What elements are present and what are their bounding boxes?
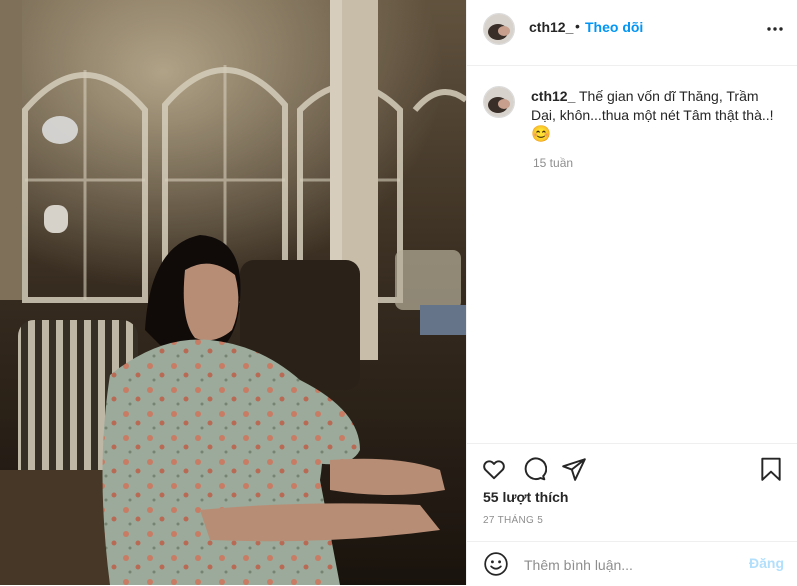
follow-button[interactable]: Theo dõi — [585, 19, 643, 35]
post-side-panel: cth12_ • Theo dõi cth12_ Thế gian vốn dĩ… — [466, 0, 797, 585]
comment-input[interactable] — [522, 552, 736, 578]
caption-time[interactable]: 15 tuần — [533, 156, 573, 170]
share-icon[interactable] — [561, 456, 587, 482]
caption-avatar[interactable] — [483, 86, 515, 118]
heart-icon[interactable] — [481, 456, 507, 482]
post-caption: cth12_ Thế gian vốn dĩ Thăng, Trầm Dại, … — [531, 87, 781, 144]
post-username[interactable]: cth12_ — [529, 19, 573, 35]
post-comment-button[interactable]: Đăng — [749, 555, 784, 571]
post-date[interactable]: 27 THÁNG 5 — [483, 515, 543, 526]
post-header: cth12_ • Theo dõi — [467, 0, 797, 66]
more-options-icon[interactable] — [766, 20, 784, 38]
caption-emoji: 😊 — [531, 126, 551, 143]
header-separator: • — [575, 18, 580, 34]
post-actions: 55 lượt thích 27 THÁNG 5 Đăng — [467, 443, 797, 585]
avatar-image — [484, 14, 514, 44]
emoji-icon[interactable] — [483, 551, 509, 577]
post-photo[interactable] — [0, 0, 466, 585]
comment-icon[interactable] — [521, 456, 548, 482]
caption-username[interactable]: cth12_ — [531, 88, 575, 104]
like-count[interactable]: 55 lượt thích — [483, 489, 568, 505]
caption-avatar-image — [484, 87, 514, 117]
comment-box: Đăng — [467, 541, 797, 586]
avatar[interactable] — [483, 13, 515, 45]
bookmark-icon[interactable] — [758, 456, 784, 482]
post-photo-image — [0, 0, 466, 585]
